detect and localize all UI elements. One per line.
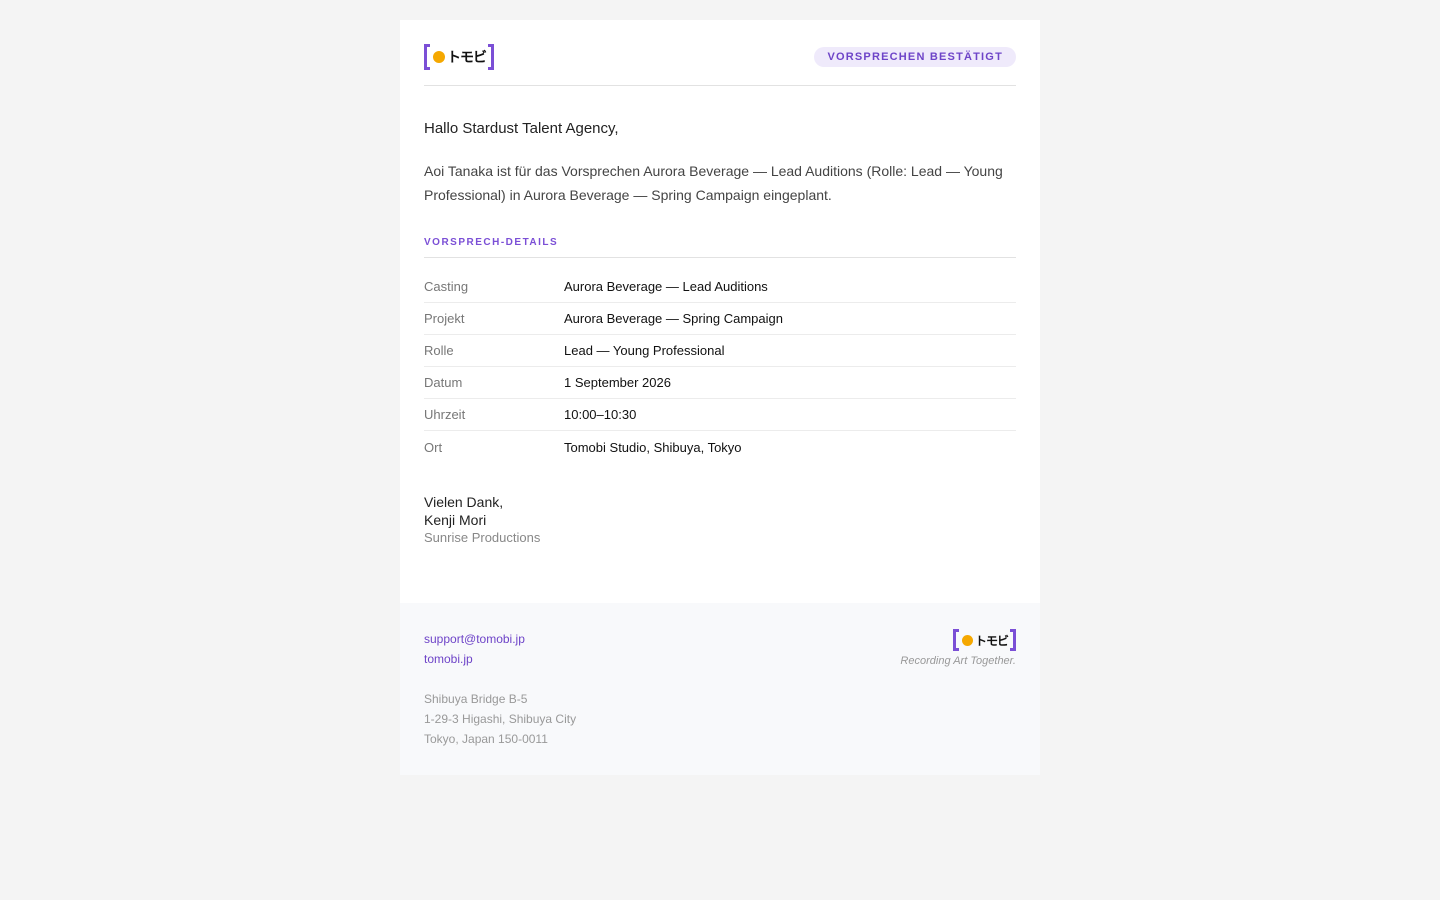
- detail-label: Casting: [424, 279, 469, 294]
- detail-label: Projekt: [424, 311, 465, 326]
- logo-bracket-left-icon: [424, 43, 430, 70]
- detail-row-location: Ort Tomobi Studio, Shibuya, Tokyo: [424, 431, 1016, 463]
- detail-value: Lead — Young Professional: [564, 343, 725, 358]
- signoff-closing: Vielen Dank,: [424, 494, 504, 510]
- address-line: Tokyo, Japan 150-0011: [424, 732, 548, 746]
- footer-contact: support@tomobi.jp tomobi.jp Shibuya Brid…: [424, 629, 576, 749]
- email-container: トモビ VORSPRECHEN BESTÄTIGT Hallo Stardust…: [400, 20, 1040, 775]
- detail-row-casting: Casting Aurora Beverage — Lead Auditions: [424, 271, 1016, 303]
- status-badge: VORSPRECHEN BESTÄTIGT: [814, 46, 1016, 67]
- logo-bracket-right-icon: [488, 43, 494, 70]
- detail-label: Ort: [424, 439, 443, 455]
- details-table: Casting Aurora Beverage — Lead Auditions…: [424, 271, 1016, 463]
- logo-bracket-left-icon: [952, 629, 959, 651]
- detail-row-time: Uhrzeit 10:00–10:30: [424, 399, 1016, 431]
- detail-value: Aurora Beverage — Spring Campaign: [564, 311, 783, 326]
- footer-links: support@tomobi.jp tomobi.jp: [424, 629, 576, 669]
- detail-label: Rolle: [424, 343, 454, 358]
- email-footer: support@tomobi.jp tomobi.jp Shibuya Brid…: [400, 603, 1040, 775]
- support-email-link[interactable]: support@tomobi.jp: [424, 629, 576, 649]
- signoff: Vielen Dank, Kenji Mori Sunrise Producti…: [424, 493, 1016, 547]
- address-line: 1-29-3 Higashi, Shibuya City: [424, 712, 577, 726]
- footer-tagline: Recording Art Together.: [900, 655, 1016, 667]
- detail-row-project: Projekt Aurora Beverage — Spring Campaig…: [424, 303, 1016, 335]
- greeting: Hallo Stardust Talent Agency,: [424, 120, 619, 137]
- website-link[interactable]: tomobi.jp: [424, 649, 576, 669]
- logo-bracket-right-icon: [1010, 629, 1016, 651]
- logo-text: トモビ: [974, 633, 1009, 648]
- address-line: Shibuya Bridge B-5: [424, 692, 528, 706]
- email-header: トモビ VORSPRECHEN BESTÄTIGT: [424, 40, 1016, 86]
- detail-value: Tomobi Studio, Shibuya, Tokyo: [564, 439, 742, 455]
- logo-dot-icon: [433, 50, 445, 63]
- logo-text: トモビ: [447, 49, 487, 66]
- tomobi-logo: トモビ: [424, 43, 494, 70]
- footer-address: Shibuya Bridge B-5 1-29-3 Higashi, Shibu…: [424, 689, 576, 749]
- detail-row-role: Rolle Lead — Young Professional: [424, 335, 1016, 367]
- detail-label: Datum: [424, 375, 463, 390]
- intro-text: Aoi Tanaka ist für das Vorsprechen Auror…: [424, 163, 1003, 203]
- footer-logo: トモビ: [900, 629, 1016, 651]
- footer-brand: トモビ Recording Art Together.: [900, 629, 1016, 749]
- detail-row-date: Datum 1 September 2026: [424, 367, 1016, 399]
- detail-value: 1 September 2026: [564, 375, 671, 390]
- detail-label: Uhrzeit: [424, 407, 466, 422]
- logo-dot-icon: [961, 634, 973, 646]
- signoff-company: Sunrise Productions: [424, 530, 541, 545]
- details-section-title: VORSPRECH-DETAILS: [424, 237, 1016, 258]
- detail-value: Aurora Beverage — Lead Auditions: [564, 279, 768, 294]
- detail-value: 10:00–10:30: [564, 407, 637, 422]
- email-body: トモビ VORSPRECHEN BESTÄTIGT Hallo Stardust…: [400, 20, 1040, 603]
- signoff-name: Kenji Mori: [424, 512, 487, 528]
